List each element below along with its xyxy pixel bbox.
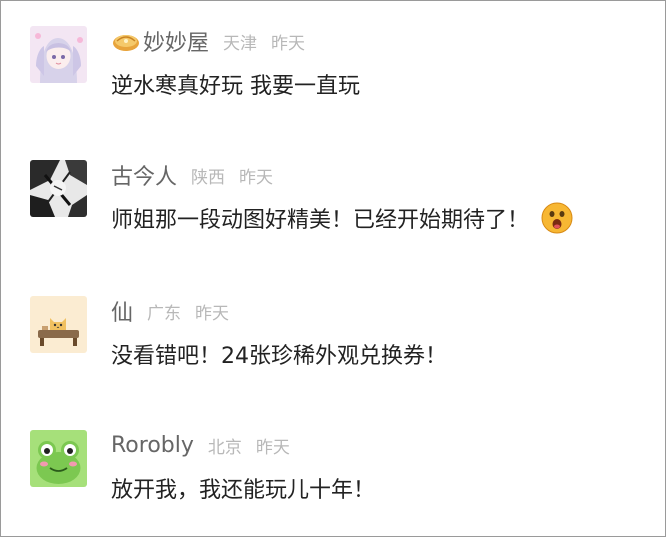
comment-text: 没看错吧！24张珍稀外观兑换券！ bbox=[111, 338, 447, 370]
comment-text: 师姐那一段动图好精美！已经开始期待了！ bbox=[111, 202, 573, 234]
location: 天津 bbox=[223, 33, 258, 54]
comment-text-body: 没看错吧！24张珍稀外观兑换券！ bbox=[111, 344, 447, 369]
gold-badge-icon bbox=[111, 29, 141, 53]
comment-item: 仙 广东 昨天 没看错吧！24张珍稀外观兑换券！ bbox=[1, 296, 665, 406]
timestamp: 昨天 bbox=[255, 437, 290, 458]
comment-text: 逆水寒真好玩 我要一直玩 bbox=[111, 68, 360, 100]
ink-sketch-avatar-icon bbox=[30, 160, 87, 217]
comment-text-body: 放开我，我还能玩儿十年！ bbox=[111, 478, 376, 503]
username[interactable]: Rorobly bbox=[111, 433, 194, 458]
avatar[interactable] bbox=[30, 430, 87, 487]
comment-meta: 妙妙屋 天津 昨天 bbox=[111, 26, 305, 56]
comment-text-body: 师姐那一段动图好精美！已经开始期待了！ bbox=[111, 208, 530, 233]
location: 陕西 bbox=[191, 167, 226, 188]
comment-meta: Rorobly 北京 昨天 bbox=[111, 430, 290, 460]
comment-text: 放开我，我还能玩儿十年！ bbox=[111, 472, 375, 504]
surprised-face-emoji-icon bbox=[541, 202, 573, 234]
avatar[interactable] bbox=[30, 296, 87, 353]
comment-list: 妙妙屋 天津 昨天 逆水寒真好玩 我要一直玩 古今人 陕西 昨天 师姐那一段动图… bbox=[0, 0, 666, 537]
location: 北京 bbox=[207, 437, 242, 458]
timestamp: 昨天 bbox=[195, 303, 230, 324]
comment-item: 古今人 陕西 昨天 师姐那一段动图好精美！已经开始期待了！ bbox=[1, 160, 665, 270]
timestamp: 昨天 bbox=[271, 33, 306, 54]
avatar[interactable] bbox=[30, 26, 87, 83]
username[interactable]: 古今人 bbox=[111, 159, 177, 191]
avatar[interactable] bbox=[30, 160, 87, 217]
username[interactable]: 仙 bbox=[111, 295, 133, 327]
comment-item: Rorobly 北京 昨天 放开我，我还能玩儿十年！ bbox=[1, 430, 665, 540]
location: 广东 bbox=[147, 303, 182, 324]
comment-item: 妙妙屋 天津 昨天 逆水寒真好玩 我要一直玩 bbox=[1, 26, 665, 136]
username[interactable]: 妙妙屋 bbox=[143, 25, 209, 57]
cat-avatar-icon bbox=[30, 296, 87, 353]
comment-meta: 古今人 陕西 昨天 bbox=[111, 160, 273, 190]
anime-girl-avatar-icon bbox=[30, 26, 87, 83]
comment-text-body: 逆水寒真好玩 我要一直玩 bbox=[111, 74, 360, 99]
comment-meta: 仙 广东 昨天 bbox=[111, 296, 229, 326]
timestamp: 昨天 bbox=[239, 167, 274, 188]
frog-avatar-icon bbox=[30, 430, 87, 487]
